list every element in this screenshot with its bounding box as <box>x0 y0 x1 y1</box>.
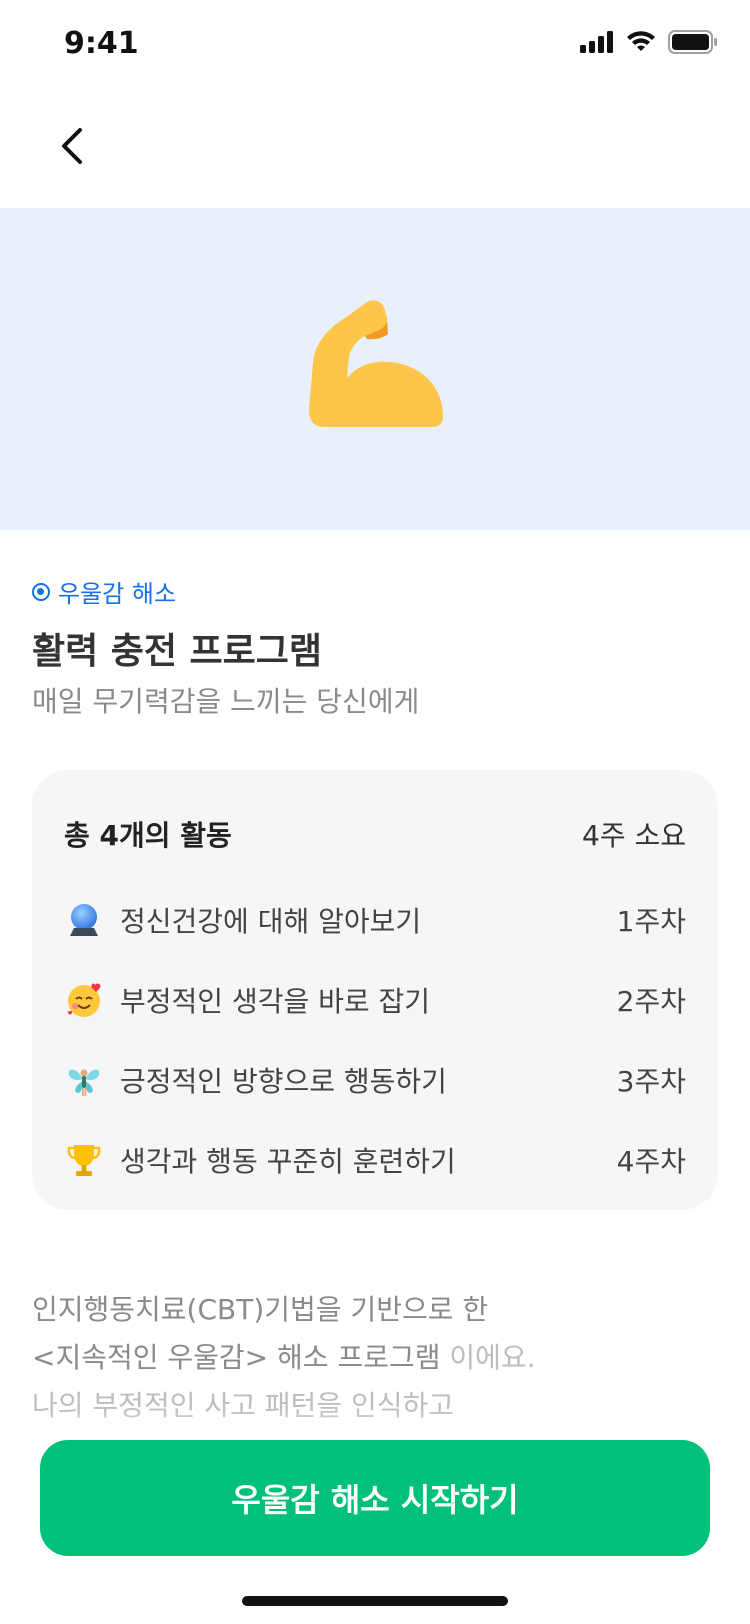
activity-week: 2주차 <box>616 985 686 1018</box>
activity-week: 4주차 <box>616 1145 686 1178</box>
activity-label: 생각과 행동 꾸준히 훈련하기 <box>120 1145 456 1178</box>
activity-week: 3주차 <box>616 1065 686 1098</box>
fairy-icon <box>64 1060 104 1100</box>
description-line: <지속적인 우울감> 해소 프로그램 이에요. <box>32 1334 718 1382</box>
hero-banner <box>0 208 750 530</box>
activity-card: 총 4개의 활동 4주 소요 정신건강에 대해 알아보기 1주차 부정적인 생각… <box>32 770 718 1210</box>
cellular-signal-icon <box>580 31 614 57</box>
battery-icon <box>668 30 718 58</box>
activity-list: 정신건강에 대해 알아보기 1주차 부정적인 생각을 바로 잡기 2주차 긍정적… <box>64 880 686 1200</box>
crystal-ball-icon <box>64 900 104 940</box>
radio-dot-icon <box>32 582 50 601</box>
activity-label: 정신건강에 대해 알아보기 <box>120 905 422 938</box>
program-category-label: 우울감 해소 <box>58 580 177 608</box>
program-subtitle: 매일 무기력감을 느끼는 당신에게 <box>32 685 420 718</box>
description-line-dim: 이에요. <box>440 1341 536 1374</box>
activity-duration: 4주 소요 <box>582 819 686 852</box>
back-button[interactable] <box>44 116 100 180</box>
activity-week: 1주차 <box>616 905 686 938</box>
description-line: 인지행동치료(CBT)기법을 기반으로 한 <box>32 1293 489 1326</box>
activity-total: 총 4개의 활동 <box>64 819 232 852</box>
activity-item: 생각과 행동 꾸준히 훈련하기 4주차 <box>64 1120 686 1200</box>
status-bar: 9:41 <box>0 0 750 88</box>
program-title: 활력 충전 프로그램 <box>32 631 323 672</box>
smiling-face-with-hearts-icon <box>64 980 104 1020</box>
home-indicator <box>242 1596 508 1606</box>
status-icons <box>580 30 718 58</box>
chevron-left-icon <box>58 126 86 170</box>
status-time: 9:41 <box>64 26 139 61</box>
trophy-icon <box>64 1140 104 1180</box>
nav-bar <box>0 88 750 208</box>
activity-item: 부정적인 생각을 바로 잡기 2주차 <box>64 960 686 1040</box>
wifi-icon <box>626 31 656 57</box>
description-line-main: <지속적인 우울감> 해소 프로그램 <box>32 1341 441 1374</box>
program-category: 우울감 해소 <box>32 574 176 609</box>
activity-item: 긍정적인 방향으로 행동하기 3주차 <box>64 1040 686 1120</box>
flexed-biceps-icon <box>295 292 455 446</box>
activity-label: 부정적인 생각을 바로 잡기 <box>120 985 431 1018</box>
start-program-button[interactable]: 우울감 해소 시작하기 <box>40 1440 710 1556</box>
activity-label: 긍정적인 방향으로 행동하기 <box>120 1065 447 1098</box>
activity-item: 정신건강에 대해 알아보기 1주차 <box>64 880 686 960</box>
activity-card-header: 총 4개의 활동 4주 소요 <box>64 814 686 854</box>
